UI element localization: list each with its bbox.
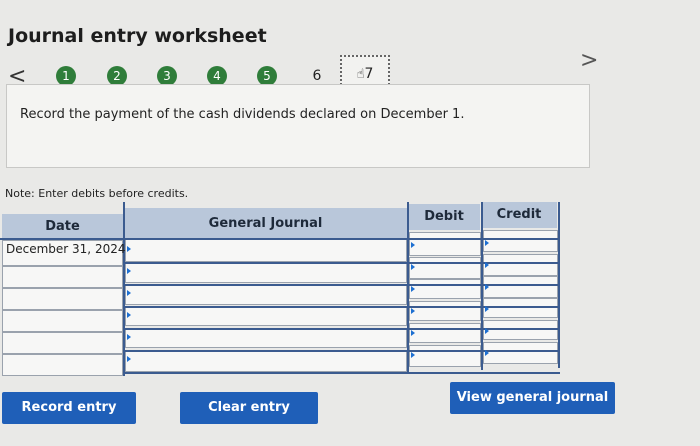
step-6[interactable]: 6	[307, 66, 327, 86]
note-text: Note: Enter debits before credits.	[5, 187, 189, 200]
dropdown-icon[interactable]	[411, 286, 415, 292]
dropdown-icon[interactable]	[411, 242, 415, 248]
dropdown-icon[interactable]	[127, 334, 131, 340]
header-general-journal: General Journal	[124, 208, 407, 240]
dropdown-icon[interactable]	[485, 240, 489, 246]
date-cell[interactable]	[2, 288, 123, 310]
credit-cell[interactable]	[483, 254, 558, 276]
table-rule	[124, 328, 560, 330]
debit-cell[interactable]	[409, 323, 481, 343]
table-rule	[123, 202, 125, 376]
account-cell[interactable]	[125, 285, 407, 305]
dropdown-icon[interactable]	[127, 268, 131, 274]
table-rule	[481, 202, 483, 370]
hand-pointer-icon: ☝	[356, 67, 365, 82]
dropdown-icon[interactable]	[411, 352, 415, 358]
step-3[interactable]: 3	[157, 66, 177, 86]
date-cell[interactable]	[2, 310, 123, 332]
step-1[interactable]: 1	[56, 66, 76, 86]
debit-cell[interactable]	[409, 232, 481, 256]
record-entry-button[interactable]: Record entry	[2, 392, 136, 424]
credit-cell[interactable]	[483, 320, 558, 340]
next-arrow-icon[interactable]: >	[580, 48, 598, 73]
table-rule	[407, 202, 409, 372]
step-2[interactable]: 2	[107, 66, 127, 86]
account-cell[interactable]	[125, 238, 407, 262]
page-title: Journal entry worksheet	[8, 25, 267, 47]
date-cell[interactable]	[2, 332, 123, 354]
step-4[interactable]: 4	[207, 66, 227, 86]
date-value: December 31, 2024	[6, 242, 126, 256]
account-cell[interactable]	[125, 263, 407, 283]
table-rule	[124, 372, 560, 374]
view-general-journal-button[interactable]: View general journal	[450, 382, 615, 414]
header-date: Date	[2, 214, 123, 240]
step-7-label: 7	[364, 66, 374, 82]
header-debit: Debit	[408, 204, 480, 230]
table-rule	[0, 238, 560, 240]
date-cell[interactable]	[2, 354, 123, 376]
credit-cell[interactable]	[483, 230, 558, 252]
dropdown-icon[interactable]	[485, 306, 489, 312]
prompt-box	[6, 84, 590, 168]
table-rule	[124, 306, 560, 308]
dropdown-icon[interactable]	[485, 284, 489, 290]
dropdown-icon[interactable]	[127, 246, 131, 252]
journal-table: Date General Journal Debit Credit	[0, 202, 562, 376]
table-rule	[124, 284, 560, 286]
account-cell[interactable]	[125, 328, 407, 348]
clear-entry-button[interactable]: Clear entry	[180, 392, 318, 424]
credit-cell[interactable]	[483, 276, 558, 298]
credit-cell[interactable]	[483, 342, 558, 364]
debit-cell[interactable]	[409, 257, 481, 279]
prompt-text: Record the payment of the cash dividends…	[20, 107, 465, 122]
header-credit: Credit	[481, 202, 557, 228]
date-cell[interactable]	[2, 266, 123, 288]
dropdown-icon[interactable]	[411, 308, 415, 314]
dropdown-icon[interactable]	[127, 356, 131, 362]
dropdown-icon[interactable]	[485, 328, 489, 334]
dropdown-icon[interactable]	[127, 312, 131, 318]
account-cell[interactable]	[125, 350, 407, 372]
account-cell[interactable]	[125, 306, 407, 326]
table-rule	[124, 350, 560, 352]
debit-cell[interactable]	[409, 279, 481, 299]
step-5[interactable]: 5	[257, 66, 277, 86]
debit-cell[interactable]	[409, 301, 481, 321]
dropdown-icon[interactable]	[485, 350, 489, 356]
credit-cell[interactable]	[483, 298, 558, 318]
table-rule	[124, 262, 560, 264]
debit-cell[interactable]	[409, 345, 481, 367]
dropdown-icon[interactable]	[411, 330, 415, 336]
table-rule	[558, 202, 560, 368]
dropdown-icon[interactable]	[485, 262, 489, 268]
dropdown-icon[interactable]	[411, 264, 415, 270]
dropdown-icon[interactable]	[127, 290, 131, 296]
